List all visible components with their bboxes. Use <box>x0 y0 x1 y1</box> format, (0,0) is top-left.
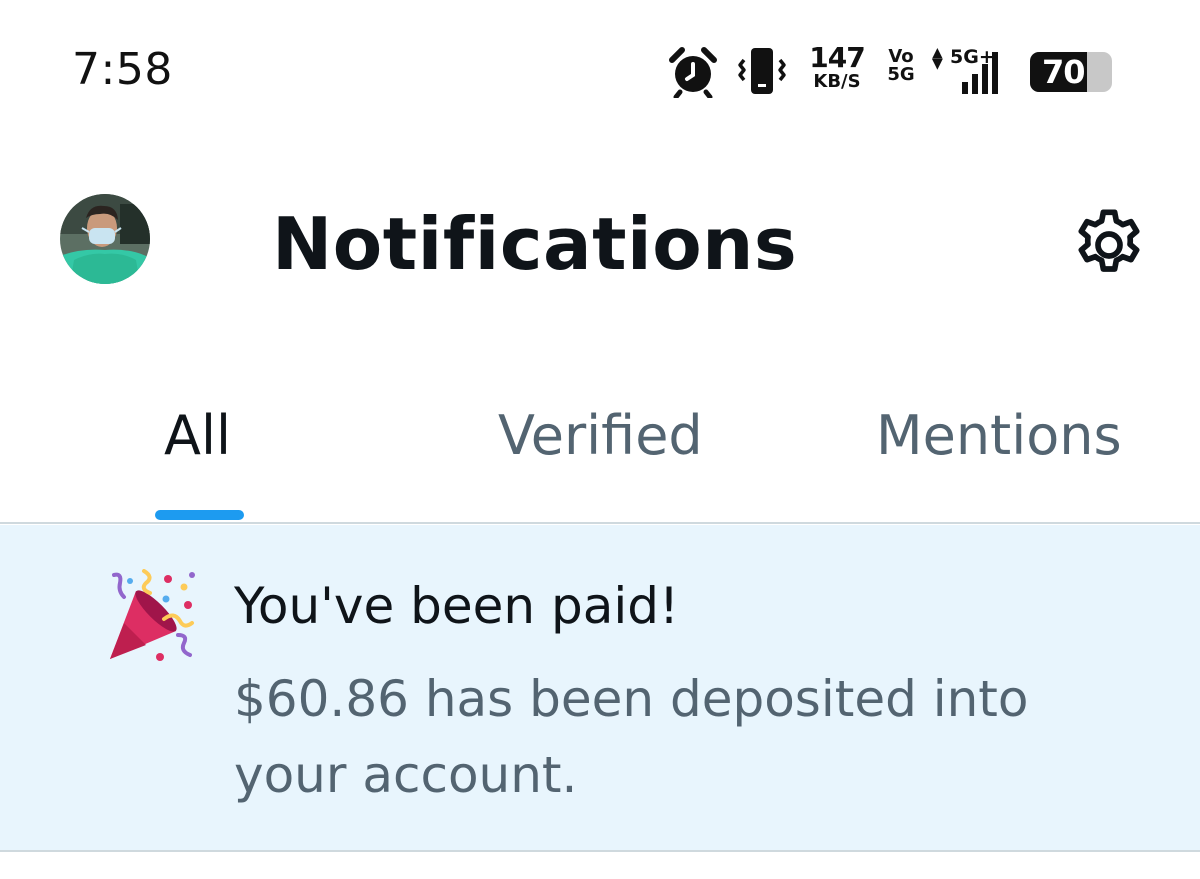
notification-body: $60.86 has been deposited into your acco… <box>234 670 1029 804</box>
tab-verified[interactable]: Verified <box>498 404 703 467</box>
battery-icon: 70 <box>1030 52 1112 92</box>
notification-title: You've been paid! <box>234 577 680 635</box>
volte-bottom: 5G <box>887 64 915 85</box>
page-title: Notifications <box>272 202 798 286</box>
avatar-image <box>60 194 150 284</box>
header: Notifications <box>0 150 1200 340</box>
avatar[interactable] <box>60 194 150 284</box>
status-time: 7:58 <box>72 44 173 95</box>
network-speed-unit: KB/S <box>813 71 861 92</box>
battery-body: 70 <box>1030 52 1112 92</box>
tab-all[interactable]: All <box>164 404 231 467</box>
active-tab-indicator <box>155 510 244 520</box>
signal-indicator: ▲ ▼ 5G+ <box>930 44 1014 96</box>
tab-bar: All Verified Mentions <box>0 370 1200 524</box>
volte-indicator: Vo 5G <box>884 48 918 84</box>
party-popper-icon <box>110 569 195 661</box>
status-bar: 7:58 147 KB/S Vo 5G ▲ ▼ 5G+ 70 <box>0 0 1200 140</box>
network-speed: 147 KB/S <box>806 44 868 91</box>
battery-level: 70 <box>1042 53 1086 91</box>
signal-icon <box>962 52 998 94</box>
vibrate-icon <box>738 48 786 94</box>
gear-icon <box>1078 209 1140 272</box>
notification-item[interactable]: You've been paid! $60.86 has been deposi… <box>0 525 1200 852</box>
alarm-icon <box>669 47 717 98</box>
tab-mentions[interactable]: Mentions <box>876 404 1122 467</box>
network-speed-value: 147 <box>809 41 865 74</box>
settings-button[interactable] <box>1066 202 1152 288</box>
